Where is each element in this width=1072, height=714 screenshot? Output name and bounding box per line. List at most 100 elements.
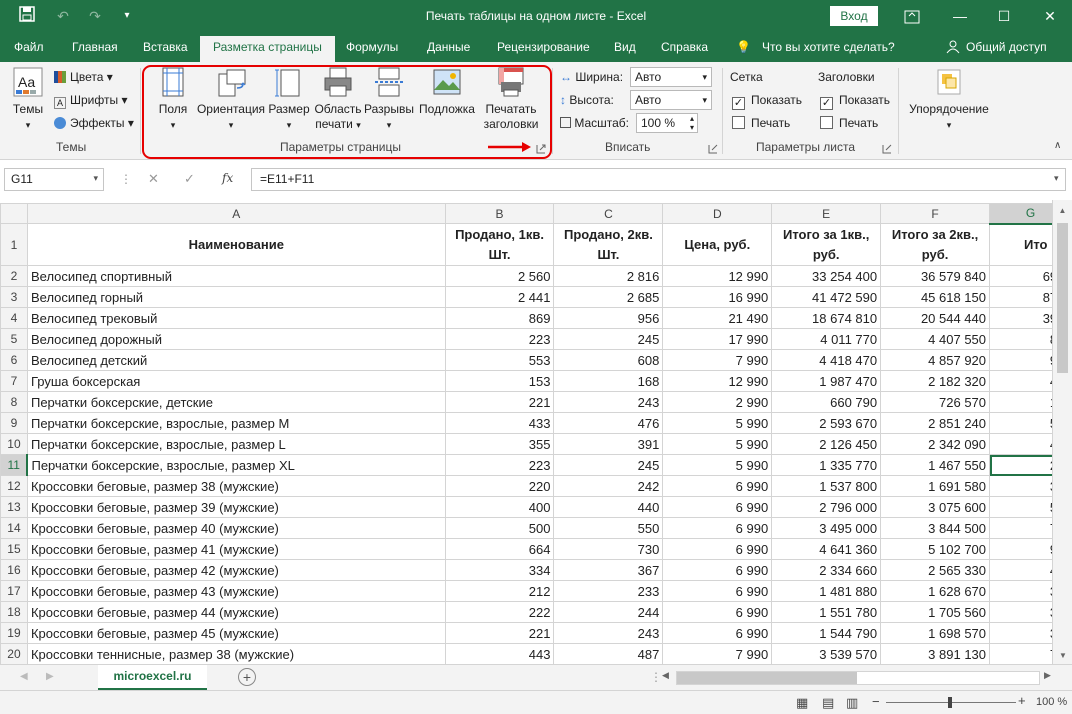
horizontal-scrollbar[interactable] [676, 671, 1040, 685]
page-layout-view-icon[interactable]: ▤ [822, 695, 834, 711]
zoom-slider-thumb[interactable] [948, 697, 952, 708]
cell-price[interactable]: 2 990 [662, 391, 773, 413]
header-cell[interactable]: Продано, 2кв. Шт. [553, 223, 664, 266]
cell-price[interactable]: 6 990 [662, 538, 773, 560]
cell-sold-q2[interactable]: 245 [553, 328, 664, 350]
cell-sold-q1[interactable]: 500 [444, 517, 555, 539]
tab-insert[interactable]: Вставка [143, 40, 188, 54]
tab-help[interactable]: Справка [661, 40, 708, 54]
scroll-up-icon[interactable]: ▲ [1053, 206, 1072, 215]
cell-total-q1[interactable]: 1 544 790 [771, 622, 882, 644]
header-cell[interactable]: Продано, 1кв. Шт. [444, 223, 555, 266]
cell-name[interactable]: Перчатки боксерские, детские [26, 391, 446, 413]
cell-total-q1[interactable]: 1 481 880 [771, 580, 882, 602]
cell-sold-q1[interactable]: 869 [444, 307, 555, 329]
cell-sold-q2[interactable]: 2 685 [553, 286, 664, 308]
cell-sold-q1[interactable]: 334 [444, 559, 555, 581]
effects-button[interactable]: Эффекты ▾ [54, 116, 134, 130]
cell-total-q2[interactable]: 2 565 330 [880, 559, 991, 581]
row-header[interactable]: 12 [0, 475, 28, 497]
cell-sold-q1[interactable]: 400 [444, 496, 555, 518]
cell-sold-q2[interactable]: 367 [553, 559, 664, 581]
cell-total-q2[interactable]: 4 407 550 [880, 328, 991, 350]
next-sheet-icon[interactable]: ▶ [46, 671, 54, 682]
arrange-button[interactable]: Упорядочение ▾ [906, 66, 992, 133]
gridlines-view-checkbox[interactable]: ✓ Показать [732, 93, 802, 110]
zoom-level[interactable]: 100 % [1036, 696, 1067, 708]
cell-total-q2[interactable]: 3 891 130 [880, 643, 991, 664]
cell-total-q1[interactable]: 1 335 770 [771, 454, 882, 476]
cell-name[interactable]: Кроссовки беговые, размер 44 (мужские) [26, 601, 446, 623]
tab-home[interactable]: Главная [72, 40, 118, 54]
cell-price[interactable]: 5 990 [662, 454, 773, 476]
cell-total-q2[interactable]: 20 544 440 [880, 307, 991, 329]
cell-total-q2[interactable]: 4 857 920 [880, 349, 991, 371]
cell-sold-q2[interactable]: 956 [553, 307, 664, 329]
header-cell[interactable]: Цена, руб. [662, 223, 773, 266]
cell-sold-q1[interactable]: 153 [444, 370, 555, 392]
cell-name[interactable]: Кроссовки беговые, размер 42 (мужские) [26, 559, 446, 581]
column-header-d[interactable]: D [662, 203, 773, 224]
tab-formulas[interactable]: Формулы [346, 40, 398, 54]
tab-review[interactable]: Рецензирование [497, 40, 590, 54]
cell-sold-q1[interactable]: 221 [444, 622, 555, 644]
cell-total-q1[interactable]: 1 551 780 [771, 601, 882, 623]
cell-sold-q1[interactable]: 2 560 [444, 265, 555, 287]
name-box-dropdown-icon[interactable]: ▾ [93, 173, 98, 184]
normal-view-icon[interactable]: ▦ [796, 695, 808, 711]
cell-sold-q2[interactable]: 391 [553, 433, 664, 455]
cell-sold-q2[interactable]: 608 [553, 349, 664, 371]
column-header-e[interactable]: E [771, 203, 882, 224]
cell-sold-q2[interactable]: 243 [553, 622, 664, 644]
cell-price[interactable]: 7 990 [662, 643, 773, 664]
cell-name[interactable]: Кроссовки беговые, размер 38 (мужские) [26, 475, 446, 497]
row-header[interactable]: 2 [0, 265, 28, 287]
cell-total-q2[interactable]: 5 102 700 [880, 538, 991, 560]
sheet-tab-microexcel[interactable]: microexcel.ru [98, 665, 207, 691]
cell-sold-q1[interactable]: 443 [444, 643, 555, 664]
cell-sold-q1[interactable]: 223 [444, 454, 555, 476]
cell-name[interactable]: Перчатки боксерские, взрослые, размер XL [26, 454, 446, 476]
header-cell[interactable]: Итого за 1кв., руб. [771, 223, 882, 266]
prev-sheet-icon[interactable]: ◀ [20, 671, 28, 682]
scroll-thumb[interactable] [1057, 223, 1068, 373]
row-header[interactable]: 8 [0, 391, 28, 413]
row-header[interactable]: 11 [0, 454, 29, 476]
zoom-slider[interactable] [886, 697, 1016, 708]
cell-price[interactable]: 6 990 [662, 559, 773, 581]
cell-total-q1[interactable]: 660 790 [771, 391, 882, 413]
cell-price[interactable]: 16 990 [662, 286, 773, 308]
cell-name[interactable]: Перчатки боксерские, взрослые, размер L [26, 433, 446, 455]
tell-me-search[interactable]: Что вы хотите сделать? [762, 40, 895, 54]
row-header[interactable]: 10 [0, 433, 28, 455]
cell-total-q2[interactable]: 1 705 560 [880, 601, 991, 623]
cell-total-q2[interactable]: 45 618 150 [880, 286, 991, 308]
cell-sold-q1[interactable]: 222 [444, 601, 555, 623]
cell-sold-q1[interactable]: 212 [444, 580, 555, 602]
cell-total-q1[interactable]: 2 334 660 [771, 559, 882, 581]
header-cell[interactable]: Наименование [26, 223, 446, 266]
maximize-icon[interactable]: ☐ [984, 4, 1024, 28]
cell-sold-q1[interactable]: 221 [444, 391, 555, 413]
headings-view-checkbox[interactable]: ✓ Показать [820, 93, 890, 110]
row-header[interactable]: 6 [0, 349, 28, 371]
cell-sold-q2[interactable]: 2 816 [553, 265, 664, 287]
name-box[interactable]: G11 ▾ [4, 168, 104, 191]
row-header[interactable]: 7 [0, 370, 28, 392]
row-header[interactable]: 5 [0, 328, 28, 350]
cell-total-q2[interactable]: 1 698 570 [880, 622, 991, 644]
cell-sold-q2[interactable]: 440 [553, 496, 664, 518]
share-button[interactable]: Общий доступ [966, 40, 1047, 54]
cell-total-q1[interactable]: 41 472 590 [771, 286, 882, 308]
cell-price[interactable]: 21 490 [662, 307, 773, 329]
cell-total-q1[interactable]: 2 126 450 [771, 433, 882, 455]
insert-function-icon[interactable]: fx [222, 171, 233, 185]
expand-formula-icon[interactable]: ▾ [1054, 173, 1059, 184]
cell-sold-q1[interactable]: 355 [444, 433, 555, 455]
tab-page-layout[interactable]: Разметка страницы [200, 36, 335, 62]
h-scroll-thumb[interactable] [677, 672, 857, 684]
cell-total-q1[interactable]: 3 495 000 [771, 517, 882, 539]
cell-sold-q2[interactable]: 243 [553, 391, 664, 413]
cell-name[interactable]: Велосипед горный [26, 286, 446, 308]
cell-total-q2[interactable]: 2 342 090 [880, 433, 991, 455]
